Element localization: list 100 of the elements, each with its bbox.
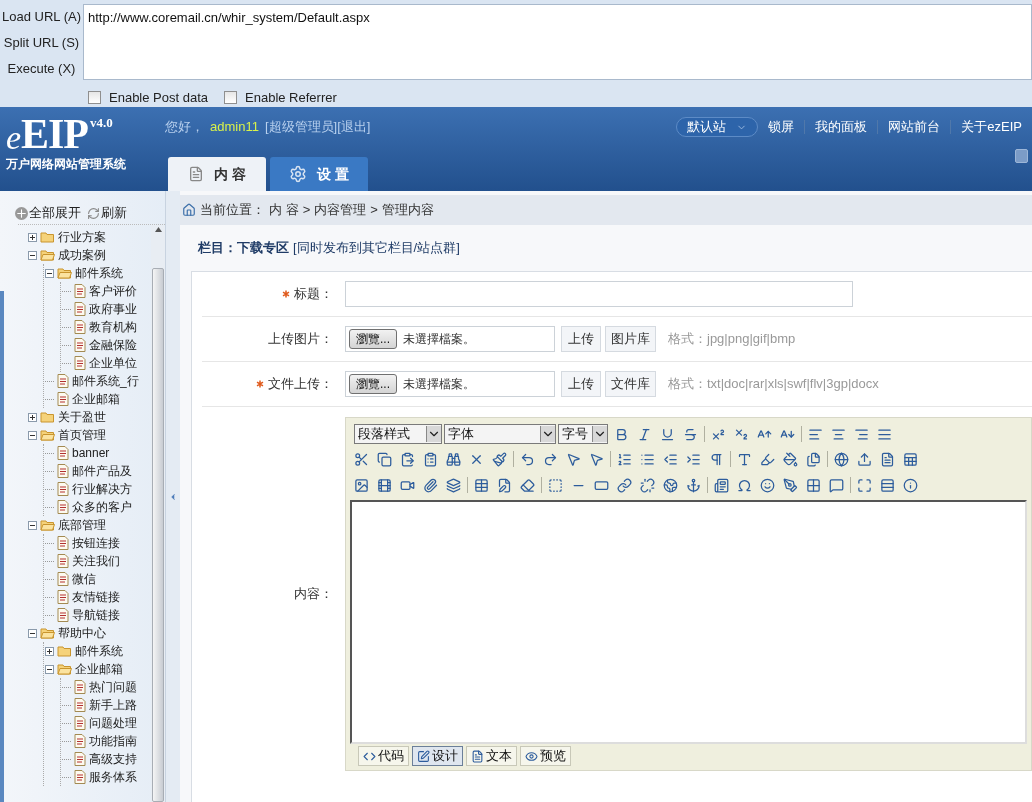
paste-icon[interactable]	[400, 451, 415, 467]
brush-icon[interactable]	[492, 451, 507, 467]
header-link[interactable]: 网站前台	[878, 117, 951, 137]
tree-item[interactable]: 底部管理	[58, 516, 106, 534]
collapse-toggle[interactable]	[45, 664, 54, 674]
dropdown[interactable]: 字号	[558, 424, 608, 444]
align-right-icon[interactable]	[854, 426, 869, 442]
breadcrumb-item[interactable]: 内 容	[269, 200, 299, 220]
tree-item[interactable]: 首页管理	[58, 426, 106, 444]
action-button[interactable]: Split URL (S)	[3, 30, 80, 56]
pen-icon[interactable]	[783, 477, 798, 493]
nav-tab[interactable]: 设 置	[270, 157, 368, 191]
redo-icon[interactable]	[543, 451, 558, 467]
scrollbar-drawing[interactable]	[151, 225, 165, 802]
publish-link[interactable]: [同时发布到其它栏目/站点群]	[293, 238, 460, 258]
file-input[interactable]: 瀏覽... 未選擇檔案。	[345, 371, 555, 397]
browse-button[interactable]: 瀏覽...	[349, 329, 397, 349]
panel-toggle-icon[interactable]	[1015, 149, 1028, 163]
upload-button[interactable]: 上传	[561, 371, 601, 397]
tree-item[interactable]: 众多的客户	[72, 498, 132, 516]
collapse-toggle[interactable]	[28, 628, 37, 638]
paste-text-icon[interactable]	[423, 451, 438, 467]
web-link-icon[interactable]	[663, 477, 678, 493]
eraser-icon[interactable]	[520, 477, 535, 493]
table-icon[interactable]	[474, 477, 489, 493]
checkbox[interactable]	[88, 91, 101, 105]
editor-mode-tab[interactable]: 预览	[520, 746, 571, 766]
tree-item[interactable]: 客户评价	[89, 282, 137, 300]
tree-item[interactable]: 邮件产品及	[72, 462, 132, 480]
text-color-icon[interactable]	[737, 451, 752, 467]
file-input[interactable]: 瀏覽... 未選擇檔案。	[345, 326, 555, 352]
browse-button[interactable]: 瀏覽...	[349, 374, 397, 394]
page-break-icon[interactable]	[880, 477, 895, 493]
tree-item[interactable]: 关注我们	[72, 552, 120, 570]
flash-icon[interactable]	[377, 477, 392, 493]
expand-toggle[interactable]	[28, 232, 37, 242]
nav-tab[interactable]: 内 容	[168, 157, 266, 191]
align-center-icon[interactable]	[831, 426, 846, 442]
frame-icon[interactable]	[548, 477, 563, 493]
tree-item[interactable]: 行业解决方	[72, 480, 132, 498]
tree-item[interactable]: 邮件系统	[75, 264, 123, 282]
editor-mode-tab[interactable]: 代码	[358, 746, 409, 766]
tree-item[interactable]: 政府事业	[89, 300, 137, 318]
info-icon[interactable]	[903, 477, 918, 493]
action-button[interactable]: Execute (X)	[7, 56, 76, 82]
unlink-icon[interactable]	[640, 477, 655, 493]
refresh-button[interactable]: 刷新	[87, 203, 127, 223]
template-icon[interactable]	[714, 477, 729, 493]
collapse-toggle[interactable]	[28, 250, 37, 260]
checkbox[interactable]	[224, 91, 238, 105]
role-link[interactable]: [超级管理员]	[264, 117, 338, 137]
tree-item[interactable]: 按钮连接	[72, 534, 120, 552]
spreadsheet-icon[interactable]	[903, 451, 918, 467]
highlight-icon[interactable]	[760, 451, 775, 467]
layers-icon[interactable]	[446, 477, 461, 493]
image-icon[interactable]	[354, 477, 369, 493]
library-button[interactable]: 文件库	[605, 371, 656, 397]
tree-item[interactable]: 企业邮箱	[75, 660, 123, 678]
collapse-toggle[interactable]	[28, 430, 37, 440]
pointer-icon[interactable]	[589, 451, 604, 467]
tree-item[interactable]: 教育机构	[89, 318, 137, 336]
italic-icon[interactable]	[637, 426, 652, 442]
editor-mode-tab[interactable]: 设计	[412, 746, 463, 766]
comment-icon[interactable]	[829, 477, 844, 493]
omega-icon[interactable]	[737, 477, 752, 493]
breadcrumb-item[interactable]: 内容管理	[314, 200, 367, 220]
paragraph-icon[interactable]	[709, 451, 724, 467]
editor-mode-tab[interactable]: 文本	[466, 746, 517, 766]
align-left-icon[interactable]	[808, 426, 823, 442]
upload-button[interactable]: 上传	[561, 326, 601, 352]
tree-item[interactable]: 新手上路	[89, 696, 137, 714]
indent-icon[interactable]	[686, 451, 701, 467]
outdent-icon[interactable]	[663, 451, 678, 467]
fullscreen-icon[interactable]	[857, 477, 872, 493]
tree-item[interactable]: 金融保险	[89, 336, 137, 354]
site-dropdown[interactable]: 默认站	[676, 117, 759, 137]
tree-item[interactable]: 帮助中心	[58, 624, 106, 642]
edit-document-icon[interactable]	[497, 477, 512, 493]
logout-link[interactable]: [退出]	[337, 117, 371, 137]
upload-icon[interactable]	[857, 451, 872, 467]
title-input[interactable]	[345, 281, 853, 307]
header-link[interactable]: 关于ezEIP	[951, 117, 1032, 137]
ordered-list-icon[interactable]	[617, 451, 632, 467]
strikethrough-icon[interactable]	[683, 426, 698, 442]
scroll-up-arrow-icon[interactable]	[154, 227, 162, 232]
dropdown[interactable]: 段落样式	[354, 424, 442, 444]
paperclip-icon[interactable]	[423, 477, 438, 493]
copy-icon[interactable]	[377, 451, 392, 467]
header-link[interactable]: 我的面板	[805, 117, 878, 137]
superscript-icon[interactable]	[711, 426, 726, 442]
expand-toggle[interactable]	[45, 646, 54, 656]
expand-toggle[interactable]	[28, 412, 37, 422]
underline-icon[interactable]	[660, 426, 675, 442]
tree-item[interactable]: 关于盈世	[58, 408, 106, 426]
document-icon[interactable]	[880, 451, 895, 467]
action-button[interactable]: Load URL (A)	[2, 4, 81, 30]
link-icon[interactable]	[617, 477, 632, 493]
smiley-icon[interactable]	[760, 477, 775, 493]
tree-item[interactable]: 企业邮箱	[72, 390, 120, 408]
breadcrumb-item[interactable]: 管理内容	[381, 200, 434, 220]
